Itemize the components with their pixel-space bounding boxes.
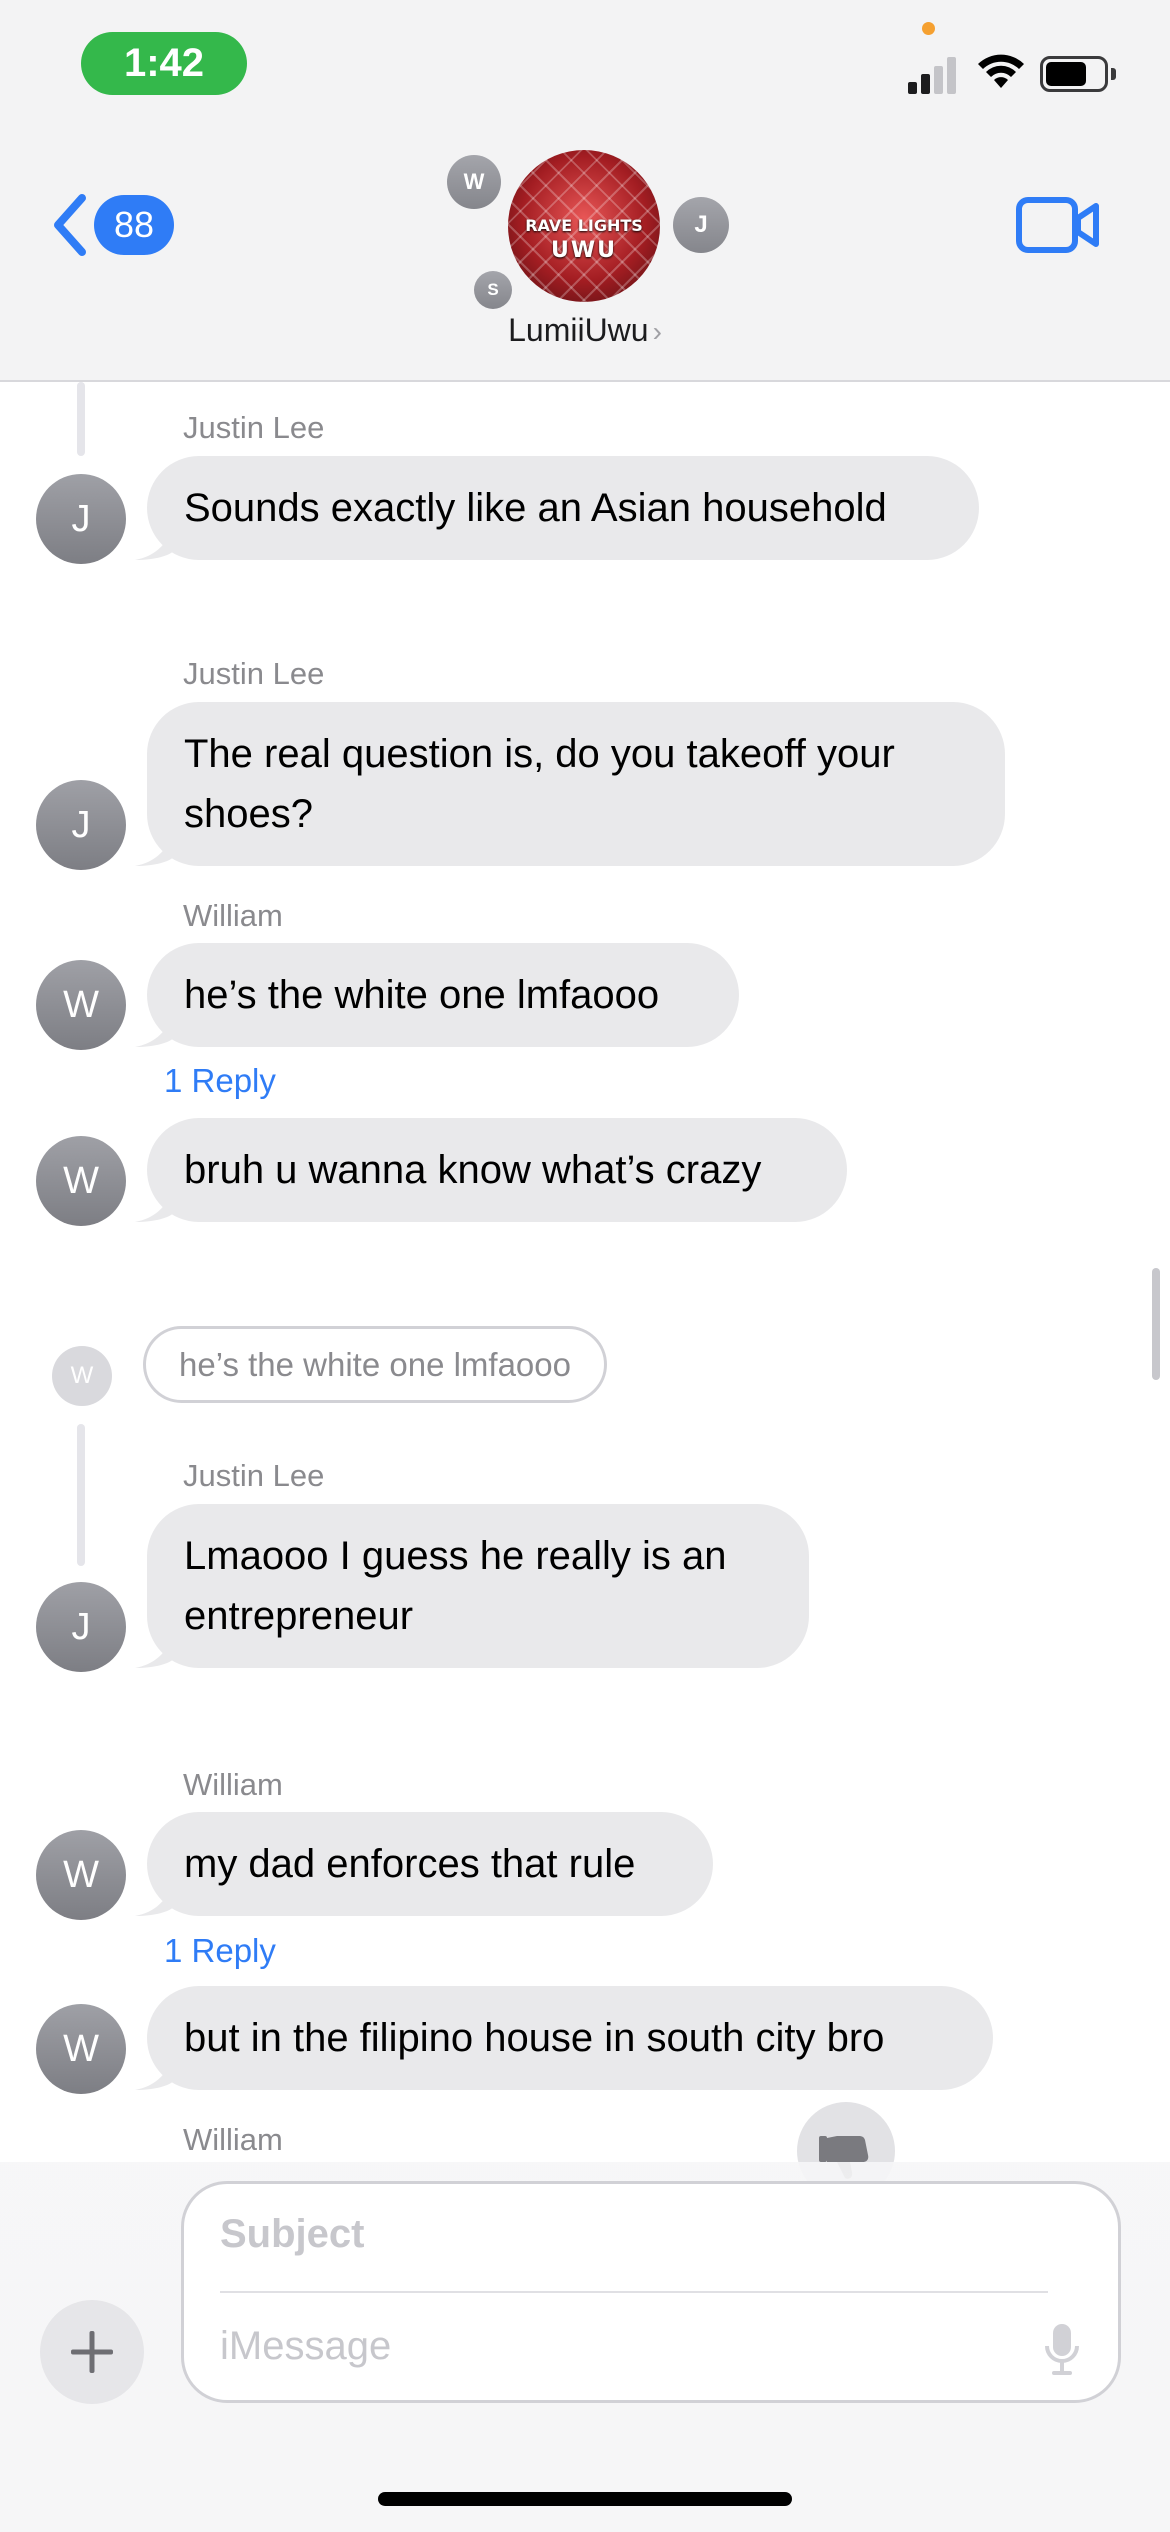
chevron-right-icon: › [652, 316, 662, 347]
message-field[interactable]: iMessage [220, 2324, 391, 2369]
sender-name: William [183, 2122, 283, 2157]
privacy-indicator-dot [922, 22, 935, 35]
thread-line [77, 1424, 85, 1566]
reply-count-link[interactable]: 1 Reply [164, 1062, 276, 1100]
scrollbar[interactable] [1152, 1268, 1160, 1380]
group-name-link[interactable]: LumiiUwu › [0, 312, 1170, 349]
sender-name: Justin Lee [183, 410, 325, 445]
sender-name: William [183, 898, 283, 933]
sender-avatar[interactable]: W [36, 1830, 126, 1920]
subject-field[interactable]: Subject [220, 2212, 364, 2257]
unread-count-badge: 88 [94, 195, 174, 255]
sender-avatar[interactable]: W [36, 1136, 126, 1226]
bubble-tail [135, 1634, 175, 1668]
wifi-icon [978, 54, 1024, 88]
quoted-avatar: W [52, 1346, 112, 1406]
message-text: but in the filipino house in south city … [184, 2016, 885, 2060]
message-bubble[interactable]: but in the filipino house in south city … [135, 1986, 993, 2090]
bubble-tail [135, 1882, 175, 1916]
message-text: Sounds exactly like an Asian household [184, 486, 887, 530]
participant-avatar-j: J [673, 197, 729, 253]
message-bubble[interactable]: The real question is, do you takeoff you… [135, 702, 1005, 866]
group-avatar[interactable]: RAVE LIGHTS UWU [508, 150, 660, 302]
status-time: 1:42 [81, 32, 247, 95]
message-text: bruh u wanna know what’s crazy [184, 1148, 762, 1192]
group-avatar-text-1: RAVE LIGHTS [525, 216, 643, 235]
group-avatar-text-2: UWU [551, 238, 617, 263]
back-button[interactable]: 88 [48, 190, 174, 260]
bubble-tail [135, 832, 175, 866]
message-bubble[interactable]: he’s the white one lmfaooo [135, 943, 739, 1047]
input-divider [220, 2291, 1048, 2293]
bubble-tail [135, 526, 175, 560]
message-bubble[interactable]: my dad enforces that rule [135, 1812, 713, 1916]
reply-count-link[interactable]: 1 Reply [164, 1932, 276, 1970]
sender-avatar[interactable]: W [36, 960, 126, 1050]
cellular-signal-icon [908, 56, 958, 94]
message-bubble[interactable]: Sounds exactly like an Asian household [135, 456, 979, 560]
sender-avatar[interactable]: J [36, 474, 126, 564]
home-indicator[interactable] [378, 2492, 792, 2506]
participant-avatar-w: W [447, 155, 501, 209]
sender-name: Justin Lee [183, 656, 325, 691]
bubble-tail [135, 2056, 175, 2090]
microphone-icon[interactable] [1044, 2322, 1080, 2376]
battery-icon [1040, 56, 1116, 92]
sender-avatar[interactable]: W [36, 2004, 126, 2094]
add-attachment-button[interactable] [40, 2300, 144, 2404]
bubble-tail [135, 1013, 175, 1047]
message-bubble[interactable]: Lmaooo I guess he really is an entrepren… [135, 1504, 809, 1668]
message-text: he’s the white one lmfaooo [184, 973, 660, 1017]
quoted-message[interactable]: he’s the white one lmfaooo [143, 1326, 607, 1403]
message-text: Lmaooo I guess he really is an entrepren… [184, 1534, 727, 1638]
message-bubble[interactable]: bruh u wanna know what’s crazy [135, 1118, 847, 1222]
thread-line [77, 382, 85, 456]
facetime-video-icon[interactable] [1016, 194, 1100, 256]
conversation-header: 1:42 88 W J S RAVE LIGHTS UWU LumiiUwu › [0, 0, 1170, 382]
group-name: LumiiUwu [508, 312, 649, 348]
sender-avatar[interactable]: J [36, 780, 126, 870]
sender-name: Justin Lee [183, 1458, 325, 1493]
message-text: The real question is, do you takeoff you… [184, 732, 895, 836]
sender-avatar[interactable]: J [36, 1582, 126, 1672]
messages-screen: 1:42 88 W J S RAVE LIGHTS UWU LumiiUwu ›… [0, 0, 1170, 2532]
bubble-tail [135, 1188, 175, 1222]
message-input-box[interactable]: Subject iMessage [181, 2181, 1121, 2403]
sender-name: William [183, 1767, 283, 1802]
message-text: my dad enforces that rule [184, 1842, 636, 1886]
chevron-left-icon [54, 194, 86, 256]
participant-avatar-s: S [474, 271, 512, 309]
